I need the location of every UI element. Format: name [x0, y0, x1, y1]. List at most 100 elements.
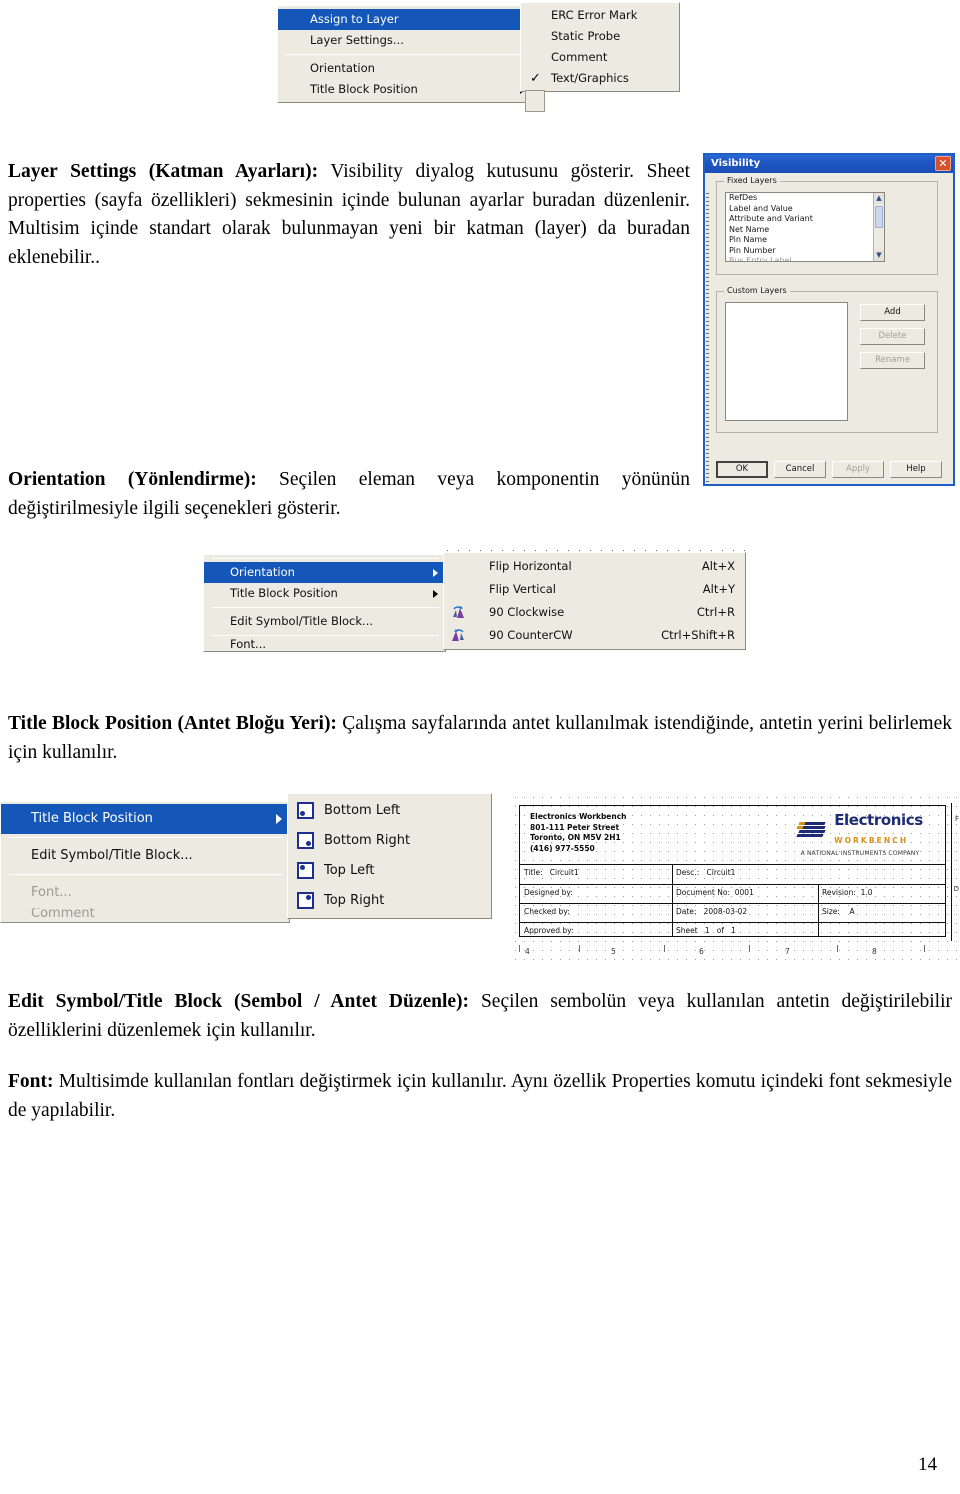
fixed-layers-listbox[interactable]: RefDes Label and Value Attribute and Var…: [725, 192, 885, 262]
menu-item-edit-symbol-title-block[interactable]: Edit Symbol/Title Block...: [1, 841, 289, 871]
menu-item-bottom-left[interactable]: Bottom Left: [288, 796, 491, 826]
context-menu-parent[interactable]: Title Block Position Edit Symbol/Title B…: [0, 801, 290, 923]
menu-item-label: Bottom Left: [324, 803, 401, 818]
menu-item-assign-to-layer[interactable]: Assign to Layer: [278, 9, 532, 30]
menu-item-shortcut: Ctrl+R: [696, 605, 735, 619]
rotate-ccw-icon: [451, 628, 466, 643]
menu-item-static-probe[interactable]: Static Probe: [521, 26, 679, 47]
list-item[interactable]: RefDes: [726, 193, 884, 204]
menu-item-orientation[interactable]: Orientation: [204, 562, 445, 583]
paragraph-layer-settings: Layer Settings (Katman Ayarları): Visibi…: [8, 158, 690, 272]
title-block-row-designed: Designed by: Document No: 0001 Revision:…: [520, 884, 945, 903]
chevron-right-icon: [276, 814, 282, 824]
context-submenu-orientation[interactable]: Flip Horizontal Alt+X Flip Vertical Alt+…: [443, 552, 746, 650]
menu-item-edit-symbol-title-block[interactable]: Edit Symbol/Title Block...: [204, 611, 445, 632]
scroll-down-icon[interactable]: ▼: [874, 250, 884, 261]
paragraph-heading: Title Block Position (Antet Bloğu Yeri):: [8, 713, 337, 734]
logo-tagline: A NATIONAL INSTRUMENTS COMPANY: [800, 850, 920, 857]
paragraph-font: Font: Multisimde kullanılan fontları değ…: [8, 1068, 952, 1125]
paragraph-heading: Layer Settings (Katman Ayarları):: [8, 161, 319, 182]
chevron-right-icon: [433, 568, 438, 577]
list-item[interactable]: Label and Value: [726, 204, 884, 215]
menu-item-label: Assign to Layer: [310, 12, 399, 26]
scrollbar-thumb[interactable]: [875, 206, 883, 228]
paragraph-heading: Edit Symbol/Title Block (Sembol / Antet …: [8, 991, 470, 1012]
menu-item-90-counterclockwise[interactable]: 90 CounterCW Ctrl+Shift+R: [444, 624, 745, 647]
list-item[interactable]: Attribute and Variant: [726, 214, 884, 225]
field-value: 1: [704, 926, 710, 935]
ruler-number: 7: [785, 947, 790, 956]
custom-layers-listbox[interactable]: [725, 302, 848, 421]
listbox-scrollbar[interactable]: ▲ ▼: [873, 193, 884, 261]
list-item[interactable]: Pin Number: [726, 246, 884, 257]
menu-item-90-clockwise[interactable]: 90 Clockwise Ctrl+R: [444, 601, 745, 624]
schematic-right-border: [951, 803, 952, 941]
position-top-right-icon: [297, 892, 314, 909]
menu-separator: [212, 558, 439, 559]
menu-item-flip-horizontal[interactable]: Flip Horizontal Alt+X: [444, 555, 745, 578]
field-label: Title:: [524, 868, 543, 877]
field-label: Document No:: [676, 888, 730, 897]
menu-item-label: Text/Graphics: [551, 71, 629, 85]
position-top-left-icon: [297, 862, 314, 879]
screenshot-title-block-preview: Electronics Workbench 801-111 Peter Stre…: [511, 793, 960, 965]
custom-layers-group: Custom Layers Add Delete Rename: [716, 286, 938, 433]
menu-item-erc-error-mark[interactable]: ERC Error Mark: [521, 5, 679, 26]
close-icon[interactable]: ✕: [935, 156, 951, 171]
menu-item-top-right[interactable]: Top Right: [288, 886, 491, 916]
checkmark-icon: ✓: [530, 71, 541, 86]
decorative-ruler: [706, 193, 709, 483]
menu-item-label: Title Block Position: [230, 586, 338, 600]
menu-item-bottom-right[interactable]: Bottom Right: [288, 826, 491, 856]
menu-item-label: Top Right: [324, 893, 385, 908]
menu-item-title-block-position[interactable]: Title Block Position: [1, 804, 289, 834]
apply-button: Apply: [832, 461, 884, 478]
menu-item-label: 90 Clockwise: [489, 605, 565, 619]
ruler-number: 8: [872, 947, 877, 956]
paragraph-edit-symbol-title-block: Edit Symbol/Title Block (Sembol / Antet …: [8, 988, 952, 1045]
help-button[interactable]: Help: [890, 461, 942, 478]
menu-separator: [9, 874, 283, 875]
menu-item-title-block-position[interactable]: Title Block Position: [204, 583, 445, 604]
ruler-number: 4: [525, 947, 530, 956]
ok-button[interactable]: OK: [716, 461, 768, 478]
menu-item-orientation[interactable]: Orientation: [278, 58, 532, 79]
field-document-no: Document No: 0001: [672, 885, 818, 903]
menu-separator: [212, 607, 439, 608]
list-item[interactable]: Bus Entry Label: [726, 256, 884, 261]
menu-item-text-graphics[interactable]: ✓ Text/Graphics: [521, 68, 679, 89]
field-value: Circuit1: [549, 868, 579, 877]
context-submenu-layers[interactable]: ERC Error Mark Static Probe Comment ✓ Te…: [520, 2, 680, 92]
context-menu-parent[interactable]: Assign to Layer Layer Settings... Orient…: [277, 5, 533, 103]
cancel-button[interactable]: Cancel: [774, 461, 826, 478]
list-item[interactable]: Pin Name: [726, 235, 884, 246]
visibility-dialog[interactable]: Visibility ✕ Fixed Layers RefDes Label a…: [703, 153, 955, 486]
field-size: Size: A: [818, 904, 947, 922]
context-submenu-title-block-position[interactable]: Bottom Left Bottom Right Top Left Top Ri…: [287, 793, 492, 919]
menu-item-font[interactable]: Font...: [204, 639, 445, 649]
add-button[interactable]: Add: [860, 304, 925, 321]
list-item[interactable]: Net Name: [726, 225, 884, 236]
menu-item-top-left[interactable]: Top Left: [288, 856, 491, 886]
menu-item-comment[interactable]: Comment: [521, 47, 679, 68]
scroll-up-icon[interactable]: ▲: [874, 193, 884, 204]
screenshot-orientation-menu: Orientation Title Block Position Edit Sy…: [203, 547, 751, 687]
title-block-frame: Electronics Workbench 801-111 Peter Stre…: [519, 805, 946, 937]
menu-item-label: Comment: [551, 50, 608, 64]
field-value: 2008-03-02: [703, 907, 748, 916]
menu-item-title-block-position[interactable]: Title Block Position: [278, 79, 532, 100]
menu-item-layer-settings[interactable]: Layer Settings...: [278, 30, 532, 51]
menu-item-comment: Comment: [1, 908, 289, 920]
field-revision: Revision: 1.0: [818, 885, 947, 903]
menu-item-font: Font...: [1, 878, 289, 908]
menu-item-label: Comment: [31, 908, 95, 920]
dialog-titlebar: Visibility ✕: [705, 155, 953, 173]
field-label: Approved by:: [524, 926, 574, 935]
menu-item-label: Edit Symbol/Title Block...: [230, 614, 374, 628]
context-menu-parent[interactable]: Orientation Title Block Position Edit Sy…: [203, 554, 446, 652]
field-label: Revision:: [822, 888, 856, 897]
menu-item-flip-vertical[interactable]: Flip Vertical Alt+Y: [444, 578, 745, 601]
menu-item-shortcut: Alt+X: [701, 559, 735, 573]
electronics-workbench-logo: Electronics WORKBENCH A NATIONAL INSTRUM…: [785, 812, 935, 857]
logo-word-electronics: Electronics: [834, 811, 923, 829]
